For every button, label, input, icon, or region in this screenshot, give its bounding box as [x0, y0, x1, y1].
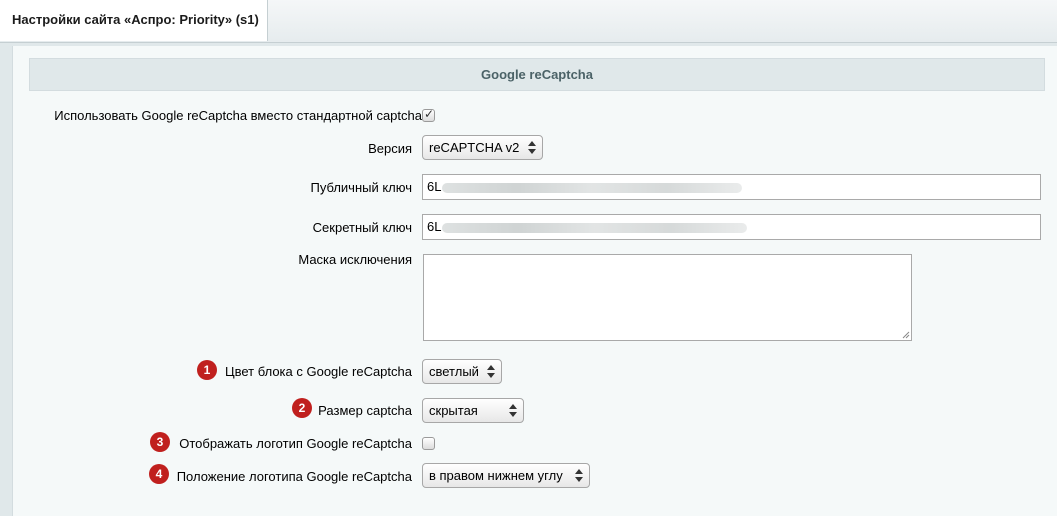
select-arrows-icon: [575, 469, 583, 482]
captcha-size-label: Размер captcha: [318, 403, 412, 418]
select-arrows-icon: [509, 404, 517, 417]
block-color-select[interactable]: светлый: [422, 359, 502, 384]
public-key-input[interactable]: 6L: [422, 174, 1041, 200]
resize-grip-icon[interactable]: [902, 331, 910, 339]
secret-key-label: Секретный ключ: [312, 220, 412, 235]
version-select-value: reCAPTCHA v2: [429, 140, 520, 155]
captcha-size-value: скрытая: [429, 403, 478, 418]
logo-position-select[interactable]: в правом нижнем углу: [422, 463, 590, 488]
secret-key-value: 6L: [427, 219, 442, 234]
select-arrows-icon: [528, 141, 536, 154]
block-color-value: светлый: [429, 364, 479, 379]
badge-3: 3: [150, 432, 170, 452]
version-label: Версия: [368, 141, 412, 156]
redacted-text: [442, 182, 743, 193]
select-arrows-icon: [487, 365, 495, 378]
tab-bar: Настройки сайта «Аспро: Priority» (s1): [0, 0, 1057, 43]
public-key-label: Публичный ключ: [310, 180, 412, 195]
logo-position-value: в правом нижнем углу: [429, 468, 563, 483]
tab-site-settings[interactable]: Настройки сайта «Аспро: Priority» (s1): [0, 0, 268, 41]
badge-1: 1: [197, 360, 217, 380]
redacted-text: [442, 222, 748, 233]
exclusion-mask-textarea[interactable]: [423, 254, 912, 341]
badge-2: 2: [292, 398, 312, 418]
checkmark-icon: ✓: [424, 107, 435, 121]
section-title: Google reCaptcha: [29, 58, 1045, 91]
settings-panel: Google reCaptcha Использовать Google reC…: [12, 46, 1057, 516]
secret-key-input[interactable]: 6L: [422, 214, 1041, 240]
badge-4: 4: [149, 464, 169, 484]
captcha-size-select[interactable]: скрытая: [422, 398, 524, 423]
show-logo-checkbox[interactable]: [422, 437, 435, 450]
use-recaptcha-checkbox[interactable]: ✓: [422, 107, 435, 122]
logo-position-label: Положение логотипа Google reCaptcha: [176, 469, 412, 484]
public-key-value: 6L: [427, 179, 442, 194]
use-recaptcha-label: Использовать Google reCaptcha вместо ста…: [54, 108, 422, 123]
exclusion-mask-label: Маска исключения: [298, 252, 412, 267]
block-color-label: Цвет блока с Google reCaptcha: [224, 364, 412, 379]
version-select[interactable]: reCAPTCHA v2: [422, 135, 543, 160]
show-logo-label: Отображать логотип Google reCaptcha: [179, 436, 412, 451]
